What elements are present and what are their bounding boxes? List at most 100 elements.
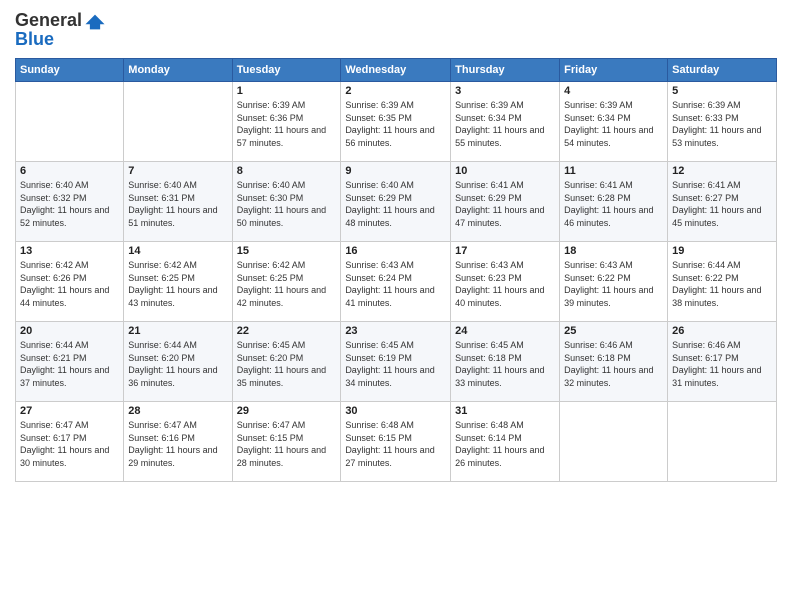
day-info: Sunrise: 6:42 AMSunset: 6:26 PMDaylight:… (20, 259, 119, 309)
day-number: 31 (455, 405, 555, 417)
day-info: Sunrise: 6:42 AMSunset: 6:25 PMDaylight:… (128, 259, 227, 309)
day-number: 21 (128, 325, 227, 337)
day-info: Sunrise: 6:40 AMSunset: 6:29 PMDaylight:… (345, 179, 446, 229)
day-number: 5 (672, 85, 772, 97)
calendar-week-row: 6 Sunrise: 6:40 AMSunset: 6:32 PMDaylight… (16, 162, 777, 242)
day-info: Sunrise: 6:48 AMSunset: 6:14 PMDaylight:… (455, 419, 555, 469)
day-info: Sunrise: 6:41 AMSunset: 6:29 PMDaylight:… (455, 179, 555, 229)
weekday-header: Wednesday (341, 59, 451, 82)
weekday-header: Saturday (668, 59, 777, 82)
day-info: Sunrise: 6:39 AMSunset: 6:35 PMDaylight:… (345, 99, 446, 149)
calendar-cell (668, 402, 777, 482)
calendar-cell: 21 Sunrise: 6:44 AMSunset: 6:20 PMDayligh… (124, 322, 232, 402)
calendar-cell: 3 Sunrise: 6:39 AMSunset: 6:34 PMDaylight… (451, 82, 560, 162)
weekday-header: Sunday (16, 59, 124, 82)
calendar-cell: 26 Sunrise: 6:46 AMSunset: 6:17 PMDayligh… (668, 322, 777, 402)
calendar-cell: 5 Sunrise: 6:39 AMSunset: 6:33 PMDaylight… (668, 82, 777, 162)
calendar-cell: 15 Sunrise: 6:42 AMSunset: 6:25 PMDayligh… (232, 242, 341, 322)
calendar-cell: 8 Sunrise: 6:40 AMSunset: 6:30 PMDaylight… (232, 162, 341, 242)
day-number: 10 (455, 165, 555, 177)
calendar-cell: 19Sunrise: 6:44 AMSunset: 6:22 PMDayligh… (668, 242, 777, 322)
day-number: 22 (237, 325, 337, 337)
day-info: Sunrise: 6:46 AMSunset: 6:17 PMDaylight:… (672, 339, 772, 389)
day-number: 30 (345, 405, 446, 417)
calendar-cell: 6 Sunrise: 6:40 AMSunset: 6:32 PMDaylight… (16, 162, 124, 242)
calendar-cell: 17 Sunrise: 6:43 AMSunset: 6:23 PMDayligh… (451, 242, 560, 322)
day-info: Sunrise: 6:46 AMSunset: 6:18 PMDaylight:… (564, 339, 663, 389)
day-number: 20 (20, 325, 119, 337)
day-info: Sunrise: 6:47 AMSunset: 6:16 PMDaylight:… (128, 419, 227, 469)
day-number: 26 (672, 325, 772, 337)
calendar-cell: 29 Sunrise: 6:47 AMSunset: 6:15 PMDayligh… (232, 402, 341, 482)
calendar-table: SundayMondayTuesdayWednesdayThursdayFrid… (15, 58, 777, 482)
day-number: 11 (564, 165, 663, 177)
day-number: 2 (345, 85, 446, 97)
day-info: Sunrise: 6:48 AMSunset: 6:15 PMDaylight:… (345, 419, 446, 469)
logo-icon (84, 11, 106, 33)
day-info: Sunrise: 6:47 AMSunset: 6:17 PMDaylight:… (20, 419, 119, 469)
calendar-cell: 14 Sunrise: 6:42 AMSunset: 6:25 PMDayligh… (124, 242, 232, 322)
calendar-cell: 12Sunrise: 6:41 AMSunset: 6:27 PMDayligh… (668, 162, 777, 242)
calendar-cell: 24 Sunrise: 6:45 AMSunset: 6:18 PMDayligh… (451, 322, 560, 402)
calendar-cell: 1 Sunrise: 6:39 AMSunset: 6:36 PMDaylight… (232, 82, 341, 162)
calendar-cell: 16 Sunrise: 6:43 AMSunset: 6:24 PMDayligh… (341, 242, 451, 322)
day-info: Sunrise: 6:40 AMSunset: 6:30 PMDaylight:… (237, 179, 337, 229)
calendar-cell: 13 Sunrise: 6:42 AMSunset: 6:26 PMDayligh… (16, 242, 124, 322)
calendar-week-row: 13 Sunrise: 6:42 AMSunset: 6:26 PMDayligh… (16, 242, 777, 322)
day-info: Sunrise: 6:43 AMSunset: 6:24 PMDaylight:… (345, 259, 446, 309)
day-info: Sunrise: 6:47 AMSunset: 6:15 PMDaylight:… (237, 419, 337, 469)
calendar-cell: 22 Sunrise: 6:45 AMSunset: 6:20 PMDayligh… (232, 322, 341, 402)
day-number: 9 (345, 165, 446, 177)
day-info: Sunrise: 6:39 AMSunset: 6:34 PMDaylight:… (455, 99, 555, 149)
calendar-header-row: SundayMondayTuesdayWednesdayThursdayFrid… (16, 59, 777, 82)
day-info: Sunrise: 6:44 AMSunset: 6:20 PMDaylight:… (128, 339, 227, 389)
calendar-cell: 30 Sunrise: 6:48 AMSunset: 6:15 PMDayligh… (341, 402, 451, 482)
day-info: Sunrise: 6:45 AMSunset: 6:19 PMDaylight:… (345, 339, 446, 389)
day-info: Sunrise: 6:39 AMSunset: 6:33 PMDaylight:… (672, 99, 772, 149)
calendar-cell: 20Sunrise: 6:44 AMSunset: 6:21 PMDayligh… (16, 322, 124, 402)
day-number: 14 (128, 245, 227, 257)
calendar-cell: 25Sunrise: 6:46 AMSunset: 6:18 PMDayligh… (560, 322, 668, 402)
calendar-cell: 9 Sunrise: 6:40 AMSunset: 6:29 PMDaylight… (341, 162, 451, 242)
day-number: 1 (237, 85, 337, 97)
calendar-week-row: 27 Sunrise: 6:47 AMSunset: 6:17 PMDayligh… (16, 402, 777, 482)
day-number: 18 (564, 245, 663, 257)
day-info: Sunrise: 6:42 AMSunset: 6:25 PMDaylight:… (237, 259, 337, 309)
weekday-header: Thursday (451, 59, 560, 82)
page-header: General Blue (15, 10, 777, 50)
day-number: 17 (455, 245, 555, 257)
day-number: 4 (564, 85, 663, 97)
calendar-cell: 2 Sunrise: 6:39 AMSunset: 6:35 PMDaylight… (341, 82, 451, 162)
day-number: 27 (20, 405, 119, 417)
calendar-cell: 7 Sunrise: 6:40 AMSunset: 6:31 PMDaylight… (124, 162, 232, 242)
calendar-cell: 18 Sunrise: 6:43 AMSunset: 6:22 PMDayligh… (560, 242, 668, 322)
day-number: 3 (455, 85, 555, 97)
day-info: Sunrise: 6:40 AMSunset: 6:31 PMDaylight:… (128, 179, 227, 229)
calendar-cell: 23 Sunrise: 6:45 AMSunset: 6:19 PMDayligh… (341, 322, 451, 402)
calendar-cell (16, 82, 124, 162)
calendar-week-row: 1 Sunrise: 6:39 AMSunset: 6:36 PMDaylight… (16, 82, 777, 162)
day-info: Sunrise: 6:41 AMSunset: 6:28 PMDaylight:… (564, 179, 663, 229)
day-number: 29 (237, 405, 337, 417)
day-number: 24 (455, 325, 555, 337)
day-number: 6 (20, 165, 119, 177)
day-info: Sunrise: 6:39 AMSunset: 6:36 PMDaylight:… (237, 99, 337, 149)
day-number: 13 (20, 245, 119, 257)
day-number: 16 (345, 245, 446, 257)
weekday-header: Monday (124, 59, 232, 82)
day-number: 15 (237, 245, 337, 257)
calendar-week-row: 20Sunrise: 6:44 AMSunset: 6:21 PMDayligh… (16, 322, 777, 402)
logo-general: General (15, 10, 82, 31)
day-info: Sunrise: 6:43 AMSunset: 6:22 PMDaylight:… (564, 259, 663, 309)
day-info: Sunrise: 6:43 AMSunset: 6:23 PMDaylight:… (455, 259, 555, 309)
day-number: 28 (128, 405, 227, 417)
day-info: Sunrise: 6:45 AMSunset: 6:18 PMDaylight:… (455, 339, 555, 389)
day-number: 23 (345, 325, 446, 337)
day-info: Sunrise: 6:44 AMSunset: 6:22 PMDaylight:… (672, 259, 772, 309)
logo: General Blue (15, 10, 106, 50)
calendar-cell: 4Sunrise: 6:39 AMSunset: 6:34 PMDaylight… (560, 82, 668, 162)
day-number: 8 (237, 165, 337, 177)
day-info: Sunrise: 6:45 AMSunset: 6:20 PMDaylight:… (237, 339, 337, 389)
day-info: Sunrise: 6:40 AMSunset: 6:32 PMDaylight:… (20, 179, 119, 229)
day-number: 7 (128, 165, 227, 177)
